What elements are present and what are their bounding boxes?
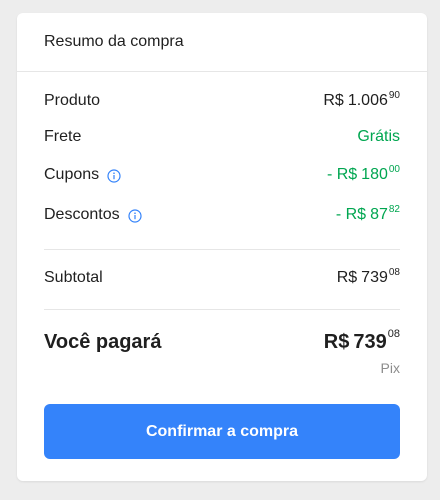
- confirm-purchase-button[interactable]: Confirmar a compra: [44, 404, 400, 459]
- coupons-label-wrap: Cupons: [44, 166, 121, 184]
- total-currency: R$: [323, 331, 350, 353]
- discounts-prefix: - R$: [335, 206, 367, 223]
- shipping-value: Grátis: [357, 128, 400, 145]
- discounts-label: Descontos: [44, 206, 120, 223]
- total-cents: 08: [387, 328, 400, 340]
- divider: [44, 249, 400, 250]
- total-amount: R$ 739 08: [323, 328, 400, 354]
- subtotal-currency: R$: [336, 269, 358, 286]
- coupons-label: Cupons: [44, 166, 100, 183]
- discounts-label-wrap: Descontos: [44, 206, 142, 224]
- subtotal-amount: R$ 739 08: [336, 267, 400, 287]
- coupons-cents: 00: [388, 164, 400, 175]
- subtotal-row: Subtotal R$ 739 08: [44, 267, 400, 287]
- coupons-prefix: - R$: [326, 166, 358, 183]
- coupons-integer: 180: [361, 166, 388, 183]
- product-label: Produto: [44, 92, 101, 109]
- product-integer: 1.006: [347, 92, 388, 109]
- divider: [44, 309, 400, 310]
- product-cents: 90: [388, 90, 400, 101]
- subtotal-cents: 08: [388, 267, 400, 278]
- payment-method: Pix: [380, 360, 400, 376]
- coupons-row: Cupons - R$ 180 00: [44, 164, 400, 184]
- discounts-amount: - R$ 87 82: [335, 204, 400, 224]
- product-currency: R$: [323, 92, 344, 109]
- shipping-row: Frete Grátis: [44, 128, 400, 146]
- discounts-info-icon[interactable]: [127, 209, 142, 223]
- total-row: Você pagará R$ 739 08: [44, 328, 400, 354]
- total-integer: 739: [353, 331, 387, 353]
- discounts-row: Descontos - R$ 87 82: [44, 204, 400, 224]
- coupons-amount: - R$ 180 00: [326, 164, 400, 184]
- subtotal-integer: 739: [361, 269, 388, 286]
- discounts-integer: 87: [370, 206, 388, 223]
- subtotal-label: Subtotal: [44, 269, 103, 286]
- product-amount: R$ 1.006 90: [323, 90, 400, 110]
- discounts-cents: 82: [388, 204, 400, 215]
- summary-title: Resumo da compra: [17, 13, 427, 72]
- shipping-label: Frete: [44, 128, 82, 145]
- coupons-info-icon[interactable]: [107, 169, 121, 183]
- product-row: Produto R$ 1.006 90: [44, 90, 400, 110]
- total-label: Você pagará: [44, 331, 162, 353]
- purchase-summary-card: Resumo da compra Produto R$ 1.006 90 Fre…: [17, 13, 427, 481]
